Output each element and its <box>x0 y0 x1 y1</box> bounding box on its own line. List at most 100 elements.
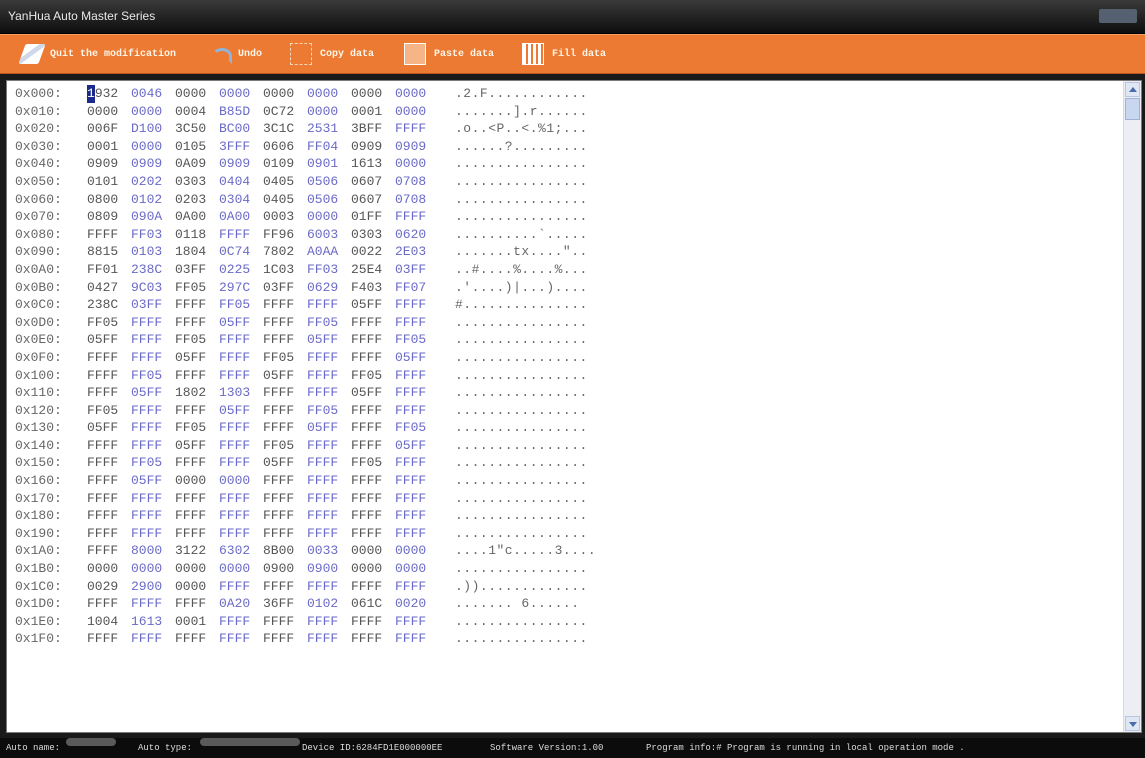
hex-word[interactable]: 0C72 <box>263 103 307 121</box>
scroll-up-icon[interactable] <box>1125 82 1140 97</box>
hex-row[interactable]: 0x1A0: FFFF 8000 3122 6302 8B00 0033 0000 0000..… <box>15 542 596 560</box>
hex-row[interactable]: 0x140: FFFF FFFF 05FF FFFF FF05 FFFF FFFF 05FF..… <box>15 437 596 455</box>
hex-word[interactable]: FFFF <box>351 402 395 420</box>
ascii-column[interactable]: ................ <box>455 173 588 191</box>
hex-word[interactable]: FFFF <box>351 578 395 596</box>
hex-word[interactable]: 0809 <box>87 208 131 226</box>
hex-word[interactable]: FFFF <box>131 314 175 332</box>
hex-word[interactable]: FFFF <box>395 578 439 596</box>
hex-word[interactable]: 05FF <box>263 367 307 385</box>
fill-data-button[interactable]: Fill data <box>522 43 606 65</box>
hex-word[interactable]: 0000 <box>131 103 175 121</box>
hex-word[interactable]: 05FF <box>131 472 175 490</box>
hex-word[interactable]: 0405 <box>263 173 307 191</box>
hex-word[interactable]: 0000 <box>87 560 131 578</box>
hex-word[interactable]: 006F <box>87 120 131 138</box>
hex-word[interactable]: FFFF <box>395 490 439 508</box>
hex-word[interactable]: FFFF <box>131 630 175 648</box>
hex-word[interactable]: 05FF <box>87 419 131 437</box>
hex-row[interactable]: 0x050: 0101 0202 0303 0404 0405 0506 0607 0708..… <box>15 173 596 191</box>
hex-word[interactable]: 0000 <box>351 560 395 578</box>
hex-row[interactable]: 0x0F0: FFFF FFFF 05FF FFFF FF05 FFFF FFFF 05FF..… <box>15 349 596 367</box>
hex-word[interactable]: FFFF <box>395 314 439 332</box>
hex-word[interactable]: FFFF <box>219 630 263 648</box>
hex-word[interactable]: 0303 <box>351 226 395 244</box>
hex-word[interactable]: 0004 <box>175 103 219 121</box>
hex-word[interactable]: FFFF <box>395 472 439 490</box>
hex-word[interactable]: FFFF <box>307 630 351 648</box>
hex-word[interactable]: FFFF <box>175 314 219 332</box>
hex-word[interactable]: 0506 <box>307 191 351 209</box>
hex-word[interactable]: FFFF <box>263 314 307 332</box>
hex-word[interactable]: FFFF <box>307 384 351 402</box>
hex-row[interactable]: 0x000: 1932 0046 0000 0000 0000 0000 0000 0000.2… <box>15 85 596 103</box>
hex-word[interactable]: 03FF <box>395 261 439 279</box>
hex-row[interactable]: 0x040: 0909 0909 0A09 0909 0109 0901 1613 0000..… <box>15 155 596 173</box>
hex-row[interactable]: 0x190: FFFF FFFF FFFF FFFF FFFF FFFF FFFF FFFF..… <box>15 525 596 543</box>
hex-word[interactable]: 0A09 <box>175 155 219 173</box>
hex-word[interactable]: FF05 <box>351 367 395 385</box>
hex-word[interactable]: FF05 <box>263 437 307 455</box>
vertical-scrollbar[interactable] <box>1123 81 1141 732</box>
hex-word[interactable]: 0000 <box>395 560 439 578</box>
hex-word[interactable]: 05FF <box>87 331 131 349</box>
hex-word[interactable]: 0029 <box>87 578 131 596</box>
hex-word[interactable]: FF05 <box>175 279 219 297</box>
hex-word[interactable]: 0102 <box>131 191 175 209</box>
hex-row[interactable]: 0x090: 8815 0103 1804 0C74 7802 A0AA 0022 2E03..… <box>15 243 596 261</box>
hex-word[interactable]: FFFF <box>87 542 131 560</box>
hex-row[interactable]: 0x1E0: 1004 1613 0001 FFFF FFFF FFFF FFFF FFFF..… <box>15 613 596 631</box>
hex-row[interactable]: 0x110: FFFF 05FF 1802 1303 FFFF FFFF 05FF FFFF..… <box>15 384 596 402</box>
hex-row[interactable]: 0x030: 0001 0000 0105 3FFF 0606 FF04 0909 0909..… <box>15 138 596 156</box>
ascii-column[interactable]: ..........`..... <box>455 226 588 244</box>
hex-word[interactable]: FFFF <box>87 507 131 525</box>
hex-word[interactable]: 0607 <box>351 191 395 209</box>
hex-word[interactable]: 8815 <box>87 243 131 261</box>
hex-word[interactable]: 0C74 <box>219 243 263 261</box>
hex-word[interactable]: FFFF <box>263 630 307 648</box>
hex-word[interactable]: 03FF <box>131 296 175 314</box>
undo-button[interactable]: Undo <box>210 43 262 65</box>
hex-word[interactable]: 0225 <box>219 261 263 279</box>
hex-word[interactable]: FFFF <box>131 595 175 613</box>
hex-word[interactable]: FFFF <box>219 349 263 367</box>
hex-word[interactable]: FFFF <box>219 613 263 631</box>
hex-word[interactable]: 0000 <box>351 542 395 560</box>
hex-word[interactable]: FFFF <box>175 595 219 613</box>
hex-word[interactable]: 0620 <box>395 226 439 244</box>
hex-word[interactable]: FFFF <box>131 525 175 543</box>
hex-word[interactable]: FFFF <box>263 419 307 437</box>
hex-word[interactable]: FFFF <box>131 331 175 349</box>
hex-word[interactable]: 0000 <box>175 472 219 490</box>
hex-word[interactable]: FFFF <box>351 314 395 332</box>
hex-editor-panel[interactable]: 0x000: 1932 0046 0000 0000 0000 0000 0000 0000.2… <box>6 80 1142 733</box>
hex-word[interactable]: FF07 <box>395 279 439 297</box>
hex-word[interactable]: F403 <box>351 279 395 297</box>
hex-word[interactable]: 9C03 <box>131 279 175 297</box>
hex-word[interactable]: B85D <box>219 103 263 121</box>
hex-row[interactable]: 0x180: FFFF FFFF FFFF FFFF FFFF FFFF FFFF FFFF..… <box>15 507 596 525</box>
hex-word[interactable]: FFFF <box>307 525 351 543</box>
hex-word[interactable]: 0000 <box>263 85 307 103</box>
hex-word[interactable]: FFFF <box>219 437 263 455</box>
hex-word[interactable]: 6302 <box>219 542 263 560</box>
hex-word[interactable]: FFFF <box>307 507 351 525</box>
hex-word[interactable]: 3C50 <box>175 120 219 138</box>
hex-word[interactable]: 0000 <box>131 560 175 578</box>
scroll-thumb[interactable] <box>1125 98 1140 120</box>
hex-word[interactable]: 0003 <box>263 208 307 226</box>
ascii-column[interactable]: ................ <box>455 630 588 648</box>
scroll-down-icon[interactable] <box>1125 716 1140 731</box>
hex-word[interactable]: FFFF <box>131 402 175 420</box>
hex-word[interactable]: 0900 <box>307 560 351 578</box>
hex-word[interactable]: 8000 <box>131 542 175 560</box>
hex-word[interactable]: 05FF <box>263 454 307 472</box>
hex-word[interactable]: FFFF <box>175 630 219 648</box>
hex-word[interactable]: FFFF <box>351 490 395 508</box>
hex-word[interactable]: 0202 <box>131 173 175 191</box>
ascii-column[interactable]: ................ <box>455 314 588 332</box>
hex-word[interactable]: 2531 <box>307 120 351 138</box>
hex-word[interactable]: FFFF <box>263 490 307 508</box>
hex-word[interactable]: FFFF <box>175 525 219 543</box>
hex-word[interactable]: 0708 <box>395 191 439 209</box>
